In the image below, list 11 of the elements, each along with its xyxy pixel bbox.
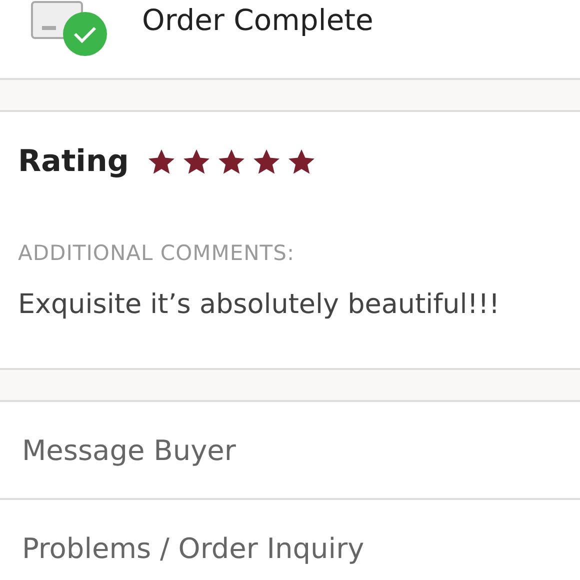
rating-label: Rating — [18, 144, 129, 179]
star-icon — [286, 148, 316, 176]
order-status-title: Order Complete — [142, 2, 374, 39]
star-icon — [252, 148, 281, 176]
comment-text: Exquisite it’s absolutely beautiful!!! — [18, 289, 501, 320]
star-icon — [182, 148, 211, 176]
action-item[interactable]: Problems / Order Inquiry — [0, 500, 580, 580]
star-icon — [146, 148, 176, 176]
action-item[interactable]: Message Buyer — [0, 402, 580, 500]
star-icon — [216, 148, 246, 176]
comments-heading: ADDITIONAL COMMENTS: — [18, 241, 296, 265]
